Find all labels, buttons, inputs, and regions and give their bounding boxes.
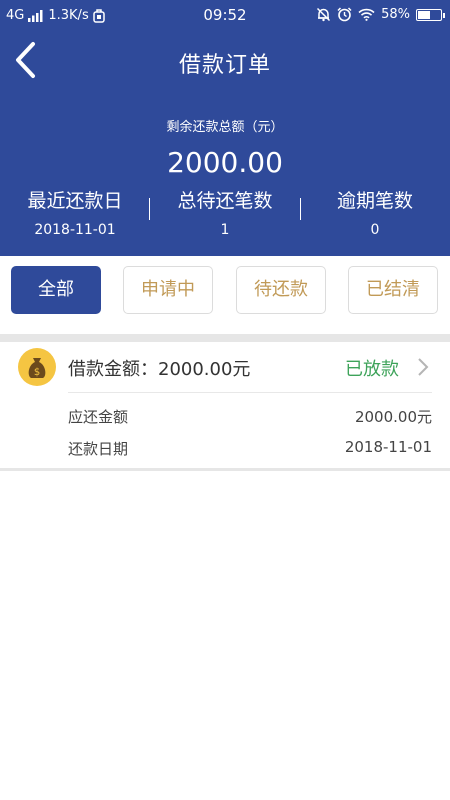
detail-value: 2000.00元: [354, 408, 432, 426]
loan-amount: 借款金额：2000.00元: [68, 359, 251, 380]
detail-label: 还款日期: [68, 440, 129, 458]
stat-value: 1: [220, 222, 230, 238]
battery-percent: 58%: [381, 7, 410, 22]
tab-pending-repayment[interactable]: 待还款: [236, 266, 326, 314]
wifi-icon: [358, 8, 375, 21]
page-title: 借款订单: [178, 53, 271, 78]
tab-all[interactable]: 全部: [11, 266, 101, 314]
stat-latest-due-date: 最近还款日 2018-11-01: [0, 186, 150, 238]
stat-value: 2018-11-01: [34, 222, 116, 238]
svg-text:$: $: [34, 367, 40, 378]
stat-label: 逾期笔数: [336, 190, 413, 212]
mute-bell-icon: [316, 7, 331, 22]
remaining-total-amount: 2000.00: [167, 146, 283, 179]
battery-level: [418, 10, 430, 19]
card-divider: [68, 392, 432, 393]
detail-label: 应还金额: [68, 408, 129, 426]
chevron-right-icon: [418, 358, 429, 376]
tab-settled[interactable]: 已结清: [348, 266, 438, 314]
money-bag-icon: $: [18, 348, 56, 386]
status-right: 58%: [316, 7, 445, 22]
detail-value: 2018-11-01: [344, 438, 432, 456]
section-separator: [0, 334, 450, 342]
detail-row-repayment-date: 还款日期 2018-11-01: [68, 438, 432, 458]
stat-value: 0: [370, 222, 380, 238]
stat-pending-count: 总待还笔数 1: [150, 186, 300, 238]
order-card[interactable]: $ 借款金额：2000.00元 已放款 应还金额 2000.00元 还款日期 2…: [0, 342, 450, 470]
tab-applying[interactable]: 申请中: [123, 266, 213, 314]
status-bar: 4G 1.3K/s 09:52 58%: [0, 0, 450, 32]
alarm-clock-icon: [337, 7, 352, 22]
battery-icon: [416, 8, 445, 21]
detail-row-amount-due: 应还金额 2000.00元: [68, 406, 432, 426]
card-bottom-border: [0, 468, 450, 471]
filter-tabs: 全部 申请中 待还款 已结清: [0, 256, 450, 334]
order-status: 已放款: [345, 359, 399, 380]
remaining-total-label: 剩余还款总额（元）: [166, 120, 284, 135]
stat-label: 总待还笔数: [177, 190, 273, 212]
stat-overdue-count: 逾期笔数 0: [300, 186, 450, 238]
stat-label: 最近还款日: [27, 190, 123, 212]
summary-header: 4G 1.3K/s 09:52 58% 借款订单 剩余还款总额（元） 2000.…: [0, 0, 450, 256]
